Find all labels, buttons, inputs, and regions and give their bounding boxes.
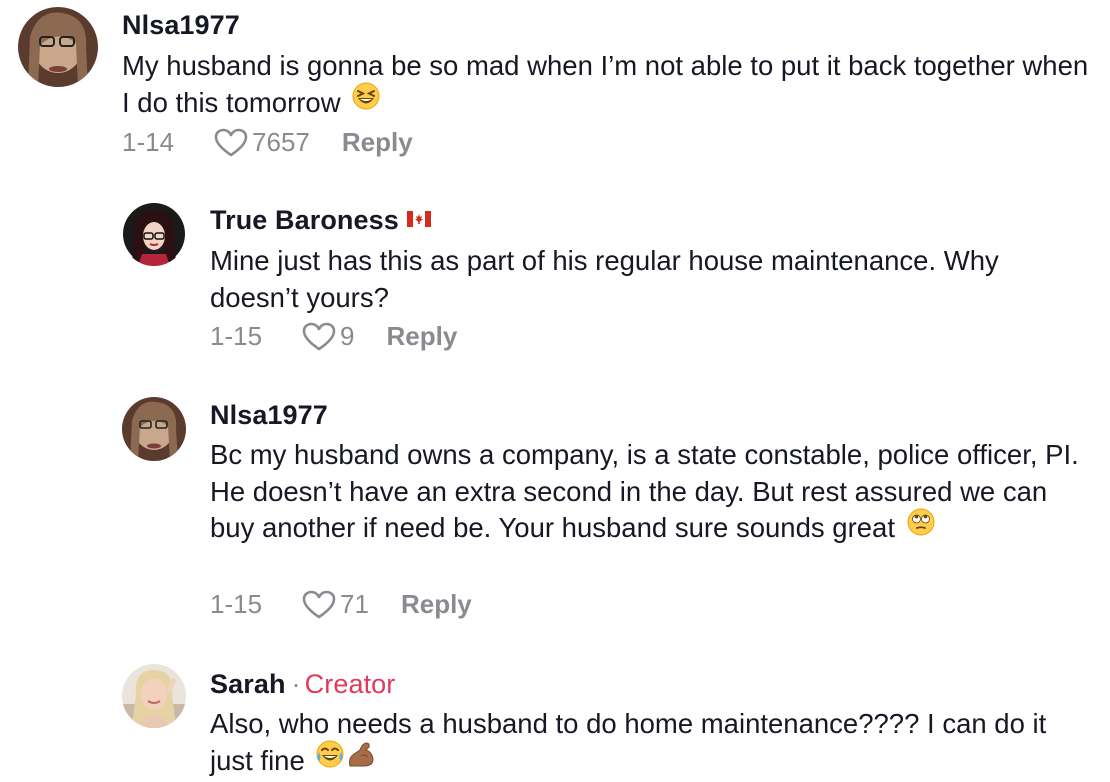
comment-text: My husband is gonna be so mad when I’m n…: [122, 48, 1097, 123]
comment-username[interactable]: Nlsa1977: [210, 400, 328, 431]
like-button[interactable]: 9: [302, 321, 355, 352]
comment-meta: 1-14 7657 Reply: [122, 127, 413, 158]
avatar[interactable]: [18, 7, 98, 87]
heart-icon[interactable]: [302, 322, 336, 352]
like-count: 9: [340, 321, 355, 351]
comment-username[interactable]: Sarah · Creator: [210, 669, 395, 700]
comment-body: Bc my husband owns a company, is a state…: [210, 439, 1079, 543]
reply-button[interactable]: Reply: [342, 127, 413, 158]
canada-flag-icon: [406, 203, 431, 234]
comment-body: My husband is gonna be so mad when I’m n…: [122, 50, 1089, 118]
laughing-squint-emoji-icon: [352, 82, 380, 120]
heart-icon[interactable]: [302, 590, 336, 620]
username-text[interactable]: True Baroness: [210, 205, 399, 235]
comment-username[interactable]: True Baroness: [210, 205, 431, 237]
comment-date: 1-14: [122, 127, 175, 157]
like-count: 71: [340, 589, 369, 619]
avatar[interactable]: [122, 664, 186, 728]
comment-text: Bc my husband owns a company, is a state…: [210, 437, 1090, 548]
heart-icon[interactable]: [214, 128, 248, 158]
like-count: 7657: [252, 127, 310, 157]
tears-of-joy-emoji-icon: [316, 740, 344, 778]
comment-date: 1-15: [210, 589, 263, 619]
username-text[interactable]: Nlsa1977: [210, 400, 328, 430]
reply-button[interactable]: Reply: [387, 321, 458, 352]
like-button[interactable]: 71: [302, 589, 369, 620]
username-text[interactable]: Sarah: [210, 669, 286, 699]
creator-badge: Creator: [304, 669, 396, 699]
username-text[interactable]: Nlsa1977: [122, 10, 240, 40]
eye-roll-emoji-icon: [907, 508, 935, 546]
comment-body: Mine just has this as part of his regula…: [210, 245, 999, 313]
creator-separator: ·: [291, 669, 301, 699]
comment-date: 1-15: [210, 321, 263, 351]
comment-meta: 1-15 9 Reply: [210, 321, 457, 352]
reply-button[interactable]: Reply: [401, 589, 472, 620]
avatar[interactable]: [122, 202, 186, 266]
comment-text: Mine just has this as part of his regula…: [210, 243, 1090, 316]
comment-username[interactable]: Nlsa1977: [122, 10, 240, 41]
comment-text: Also, who needs a husband to do home mai…: [210, 706, 1090, 781]
comment-meta: 1-15 71 Reply: [210, 589, 472, 620]
like-button[interactable]: 7657: [214, 127, 310, 158]
avatar[interactable]: [122, 397, 186, 461]
flexed-biceps-emoji-icon: [346, 740, 376, 778]
